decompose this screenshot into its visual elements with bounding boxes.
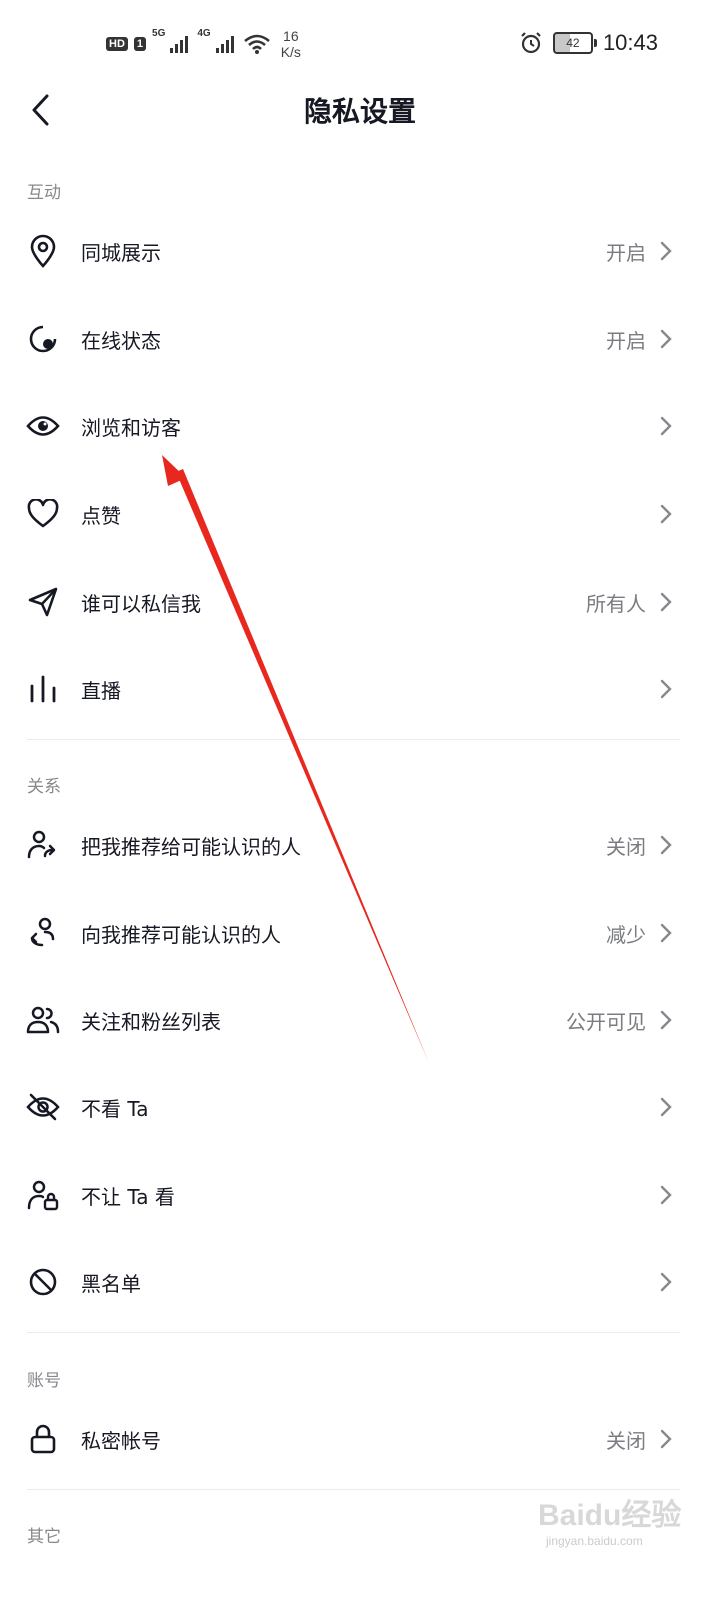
- lock-icon: [26, 1422, 60, 1456]
- row-value: 开启: [606, 240, 646, 265]
- online-status-icon: [26, 322, 60, 356]
- chevron-right-icon: [660, 327, 676, 351]
- row-label: 黑名单: [81, 1271, 141, 1296]
- block-icon: [26, 1265, 60, 1299]
- section-label-other: 其它: [27, 1527, 61, 1547]
- chevron-right-icon: [660, 1270, 676, 1294]
- setting-row-recommend-to-me[interactable]: 向我推荐可能认识的人 减少: [0, 889, 720, 977]
- section-label-relations: 关系: [27, 777, 61, 797]
- watermark-url: jingyan.baidu.com: [546, 1534, 643, 1548]
- heart-icon: [26, 497, 60, 531]
- setting-row-likes[interactable]: 点赞: [0, 470, 720, 558]
- header: 隐私设置: [0, 80, 720, 140]
- chevron-right-icon: [660, 414, 676, 438]
- speed-value: 16: [283, 28, 299, 44]
- setting-row-city-display[interactable]: 同城展示 开启: [0, 207, 720, 295]
- chevron-right-icon: [660, 590, 676, 614]
- row-label: 同城展示: [81, 240, 161, 265]
- status-bar: HD 1 5G 4G 16 K/s 42 10:43: [0, 0, 720, 90]
- chevron-right-icon: [660, 1095, 676, 1119]
- chevron-right-icon: [660, 239, 676, 263]
- row-value: 开启: [606, 328, 646, 353]
- row-value: 公开可见: [566, 1009, 646, 1034]
- setting-row-direct-message[interactable]: 谁可以私信我 所有人: [0, 558, 720, 646]
- chevron-right-icon: [660, 1427, 676, 1451]
- setting-row-blacklist[interactable]: 黑名单: [0, 1238, 720, 1326]
- user-recommend-icon: [26, 916, 60, 950]
- divider: [27, 1332, 680, 1333]
- row-label: 把我推荐给可能认识的人: [81, 834, 301, 859]
- row-label: 私密帐号: [81, 1428, 161, 1453]
- speed-unit: K/s: [280, 44, 301, 60]
- live-bars-icon: [26, 672, 60, 706]
- signal-icon: [215, 36, 234, 53]
- section-label-account: 账号: [27, 1371, 61, 1391]
- setting-row-block-ta-view[interactable]: 不让 Ta 看: [0, 1151, 720, 1239]
- section-label-interaction: 互动: [27, 183, 61, 203]
- eye-icon: [26, 409, 60, 443]
- sim-badge: 1: [133, 37, 147, 51]
- send-icon: [26, 585, 60, 619]
- row-label: 关注和粉丝列表: [81, 1009, 221, 1034]
- setting-row-live[interactable]: 直播: [0, 645, 720, 733]
- setting-row-follow-list[interactable]: 关注和粉丝列表 公开可见: [0, 976, 720, 1064]
- signal-icon: [170, 36, 189, 53]
- watermark-logo: Baidu经验: [538, 1499, 682, 1532]
- setting-row-private-account[interactable]: 私密帐号 关闭: [0, 1395, 720, 1483]
- row-label: 谁可以私信我: [81, 591, 201, 616]
- row-label: 点赞: [81, 503, 121, 528]
- chevron-right-icon: [660, 1183, 676, 1207]
- row-value: 所有人: [586, 591, 646, 616]
- divider: [27, 739, 680, 740]
- eye-off-icon: [26, 1090, 60, 1124]
- chevron-right-icon: [660, 677, 676, 701]
- row-value: 减少: [606, 922, 646, 947]
- location-pin-icon: [26, 234, 60, 268]
- row-label: 直播: [81, 678, 121, 703]
- chevron-right-icon: [660, 921, 676, 945]
- alarm-icon: [521, 32, 541, 54]
- user-lock-icon: [26, 1178, 60, 1212]
- chevron-right-icon: [660, 833, 676, 857]
- status-time: 10:43: [602, 30, 658, 55]
- chevron-right-icon: [660, 1008, 676, 1032]
- users-icon: [26, 1003, 60, 1037]
- setting-row-recommend-me[interactable]: 把我推荐给可能认识的人 关闭: [0, 801, 720, 889]
- setting-row-hide-ta[interactable]: 不看 Ta: [0, 1063, 720, 1151]
- row-value: 关闭: [606, 1428, 646, 1453]
- row-label: 在线状态: [81, 328, 161, 353]
- page-title: 隐私设置: [303, 95, 416, 128]
- setting-row-online-status[interactable]: 在线状态 开启: [0, 295, 720, 383]
- status-right: 42 10:43: [519, 30, 658, 56]
- user-share-icon: [26, 828, 60, 862]
- row-label: 浏览和访客: [81, 415, 181, 440]
- network-speed: 16 K/s: [281, 28, 301, 60]
- row-value: 关闭: [606, 834, 646, 859]
- row-label: 向我推荐可能认识的人: [81, 922, 281, 947]
- row-label: 不看 Ta: [81, 1096, 149, 1121]
- wifi-icon: [243, 34, 270, 54]
- row-label: 不让 Ta 看: [81, 1184, 175, 1209]
- chevron-right-icon: [660, 502, 676, 526]
- network-5g-label: 5G: [152, 28, 166, 39]
- status-left: HD 1 5G 4G 16 K/s: [106, 28, 301, 60]
- battery-indicator: 42: [552, 32, 597, 54]
- hd-badge: HD: [106, 37, 128, 51]
- network-4g-label: 4G: [197, 28, 211, 39]
- setting-row-views-visitors[interactable]: 浏览和访客: [0, 382, 720, 470]
